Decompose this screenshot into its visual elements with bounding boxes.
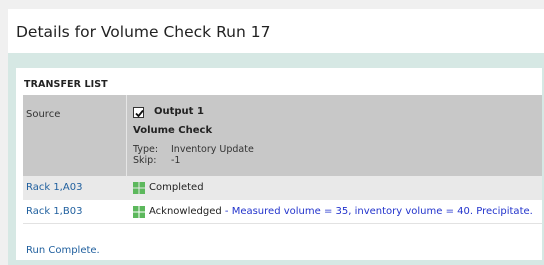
status-label: Completed: [149, 182, 204, 193]
skip-key: Skip:: [133, 155, 157, 166]
status-text: Completed: [149, 182, 204, 193]
table-row: Rack 1,B03 Acknowledged - Measured volum…: [23, 200, 542, 224]
column-divider: [126, 176, 127, 200]
skip-value: -1: [171, 155, 181, 166]
source-row: Source Output 1 Volume Check Type: Invent…: [23, 95, 542, 176]
rack-b03-link[interactable]: Rack 1,B03: [26, 206, 82, 217]
type-line: Type: Inventory Update: [133, 144, 254, 155]
top-strip: [0, 0, 544, 9]
volume-check-label: Volume Check: [133, 125, 213, 136]
page-title: Details for Volume Check Run 17: [16, 23, 271, 41]
header-box: Details for Volume Check Run 17: [8, 9, 544, 53]
column-divider: [126, 95, 127, 176]
status-text: Acknowledged - Measured volume = 35, inv…: [149, 206, 533, 217]
rack-a03-link[interactable]: Rack 1,A03: [26, 182, 82, 193]
output-checkbox[interactable]: [133, 107, 144, 118]
section-title: TRANSFER LIST: [24, 79, 108, 90]
source-label: Source: [26, 109, 61, 120]
checkmark-icon: [135, 109, 144, 118]
status-separator: -: [221, 206, 232, 217]
transfer-list-card: TRANSFER LIST Source Output 1 Volume Che…: [16, 68, 542, 260]
type-key: Type:: [133, 144, 159, 155]
type-value: Inventory Update: [171, 144, 254, 155]
grid-status-icon: [133, 182, 145, 194]
details-panel: Details for Volume Check Run 17 TRANSFER…: [8, 9, 544, 265]
table-row: Rack 1,A03 Completed: [23, 176, 542, 200]
output-label: Output 1: [154, 106, 204, 117]
status-note: Measured volume = 35, inventory volume =…: [231, 206, 533, 217]
column-divider: [126, 200, 127, 223]
grid-status-icon: [133, 206, 145, 218]
skip-line: Skip: -1: [133, 155, 180, 166]
run-complete-link[interactable]: Run Complete.: [26, 245, 100, 256]
status-label: Acknowledged: [149, 206, 222, 217]
